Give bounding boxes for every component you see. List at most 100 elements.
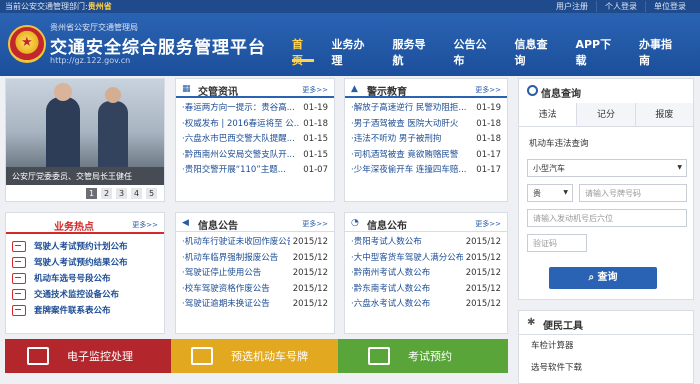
hot-item-exam-plan[interactable]: 驾驶人考试预约计划公布 (12, 238, 158, 254)
panel-header: 信息查询 (519, 79, 693, 103)
more-link[interactable]: 更多>> (132, 220, 158, 230)
news-icon: ▦ (182, 84, 191, 94)
warning-education-panel: ▲ 警示教育 更多>> ·解放子高速逆行 民警劝阻拒... 01-19 ·男子酒驾… (344, 78, 508, 202)
plate-number-input[interactable]: 请输入号牌号码 (579, 184, 687, 202)
info-publish-panel: ◔ 信息公布 更多>> ·贵阳考试人数公布 2015/12 ·大中型客货车驾驶人满… (344, 212, 508, 334)
warning-icon: ▲ (351, 84, 358, 94)
register-link[interactable]: 用户注册 (548, 1, 596, 12)
personal-login-link[interactable]: 个人登录 (596, 1, 645, 12)
list-item[interactable]: ·贵阳考试人数公布 2015/12 (351, 235, 501, 251)
department-name[interactable]: 贵州省 (88, 2, 112, 11)
tab-points[interactable]: 记分 (577, 103, 636, 126)
plate-icon (191, 347, 213, 365)
nav-business[interactable]: 业务办理 (332, 36, 375, 67)
plate-preselect-button[interactable]: 预选机动车号牌 (171, 339, 338, 373)
slideshow-page-1[interactable]: 1 (86, 188, 97, 199)
slideshow-page-5[interactable]: 5 (146, 188, 157, 199)
account-links: 用户注册 个人登录 单位登录 (548, 1, 694, 12)
tab-scrap[interactable]: 报废 (635, 103, 693, 126)
nav-home[interactable]: 首页 (292, 36, 314, 67)
exam-booking-button[interactable]: 考试预约 (338, 339, 508, 373)
more-link[interactable]: 更多>> (302, 85, 328, 95)
list-item[interactable]: ·黔东南考试人数公布 2015/12 (351, 281, 501, 297)
panel-title: 信息查询 (541, 89, 581, 100)
hot-item-plate-range[interactable]: 机动车选号号段公布 (12, 270, 158, 286)
list-item[interactable]: ·违法不听劝 男子被刑拘 01-18 (351, 132, 501, 148)
bar-label: 考试预约 (408, 350, 452, 363)
bell-icon: ◔ (351, 218, 359, 228)
calendar-icon (368, 347, 390, 365)
car-icon (12, 272, 26, 284)
panel-header: 业务热点 更多>> (6, 213, 164, 234)
slideshow-page-3[interactable]: 3 (116, 188, 127, 199)
nav-service-guide[interactable]: 服务导航 (392, 36, 435, 67)
electronic-monitor-button[interactable]: 电子监控处理 (5, 339, 171, 373)
vehicle-type-select[interactable]: 小型汽车 (527, 159, 687, 177)
camera-icon (12, 288, 26, 300)
list-item[interactable]: ·贵阳交警开展“110”主题... 01-07 (182, 163, 328, 179)
list-item[interactable]: ·少年深夜偷开车 连撞四车赔... 01-17 (351, 163, 501, 179)
nav-announcements[interactable]: 公告公布 (453, 36, 496, 67)
captcha-input[interactable]: 验证码 (527, 234, 587, 252)
hot-item-monitor-device[interactable]: 交通技术监控设备公布 (12, 286, 158, 302)
tool-item-inspection-calculator[interactable]: 车检计算器 (519, 335, 693, 357)
nav-info-query[interactable]: 信息查询 (514, 36, 557, 67)
list-item[interactable]: ·黔南州考试人数公布 2015/12 (351, 266, 501, 282)
hot-item-exam-result[interactable]: 驾驶人考试预约结果公布 (12, 254, 158, 270)
list-item[interactable]: ·黔西南州公安局交警支队开... 01-15 (182, 147, 328, 163)
list-item[interactable]: ·驾驶证逾期未换证公告 2015/12 (182, 297, 328, 313)
search-icon: ⌕ (588, 272, 598, 283)
list-item[interactable]: ·六盘水考试人数公布 2015/12 (351, 297, 501, 313)
bar-label: 电子监控处理 (67, 350, 133, 363)
panel-header: ▦ 交管资讯 更多>> (176, 79, 334, 98)
bar-label: 预选机动车号牌 (231, 350, 308, 363)
slideshow-photo[interactable] (6, 79, 164, 167)
list-item[interactable]: ·解放子高速逆行 民警劝阻拒... 01-19 (351, 101, 501, 117)
info-notice-panel: ◀ 信息公告 更多>> ·机动车行驶证未收回作废公告 2015/12 ·机动车临界… (175, 212, 335, 334)
more-link[interactable]: 更多>> (302, 219, 328, 229)
info-query-panel: 信息查询 违法 记分 报废 机动车违法查询 小型汽车 贵 请输入号牌号码 请输入… (518, 78, 694, 300)
list-item[interactable]: ·六盘水市巴西交警大队提醒... 01-15 (182, 132, 328, 148)
news-list: ·贵阳考试人数公布 2015/12 ·大中型客货车驾驶人满分公布 2015/12 ·… (345, 232, 507, 313)
more-link[interactable]: 更多>> (475, 219, 501, 229)
slideshow-page-2[interactable]: 2 (101, 188, 112, 199)
list-item[interactable]: ·大中型客货车驾驶人满分公布 2015/12 (351, 250, 501, 266)
panel-title: 警示教育 (367, 87, 407, 98)
traffic-news-panel: ▦ 交管资讯 更多>> ·春运两方向一提示：贵谷高... 01-19 ·权威发布 … (175, 78, 335, 202)
province-select[interactable]: 贵 (527, 184, 573, 202)
more-link[interactable]: 更多>> (475, 85, 501, 95)
tools-list: 车检计算器 选号软件下载 (519, 335, 693, 379)
panel-header: ◀ 信息公告 更多>> (176, 213, 334, 232)
site-header: 贵州省公安厅交通管理局 交通安全综合服务管理平台 http://gz.122.g… (0, 13, 700, 76)
panel-header: ▲ 警示教育 更多>> (345, 79, 507, 98)
engine-number-input[interactable]: 请输入发动机号后六位 (527, 209, 687, 227)
camera-icon (27, 347, 49, 365)
news-slideshow[interactable]: 公安厅党委委员、交管局长王健任 1 2 3 4 5 (5, 78, 165, 202)
slideshow-page-4[interactable]: 4 (131, 188, 142, 199)
list-item[interactable]: ·驾驶证停止使用公告 2015/12 (182, 266, 328, 282)
tool-item-plate-software[interactable]: 选号软件下载 (519, 357, 693, 379)
list-item[interactable]: ·机动车临界强制报废公告 2015/12 (182, 250, 328, 266)
main-nav: 首页 业务办理 服务导航 公告公布 信息查询 APP下载 办事指南 (292, 36, 700, 67)
table-icon (12, 304, 26, 316)
megaphone-icon: ◀ (182, 218, 189, 228)
list-item[interactable]: ·机动车行驶证未收回作废公告 2015/12 (182, 235, 328, 251)
site-title[interactable]: 交通安全综合服务管理平台 (50, 33, 266, 58)
nav-guide[interactable]: 办事指南 (639, 36, 682, 67)
list-item[interactable]: ·春运两方向一提示：贵谷高... 01-19 (182, 101, 328, 117)
panel-title: 信息公布 (367, 221, 407, 232)
list-item[interactable]: ·男子酒驾被查 医院大动肝火 01-18 (351, 116, 501, 132)
tab-violation[interactable]: 违法 (519, 103, 578, 126)
hot-item-cloned-plate[interactable]: 套牌案件联系表公布 (12, 302, 158, 318)
query-button[interactable]: ⌕ 查询 (549, 267, 657, 289)
unit-login-link[interactable]: 单位登录 (645, 1, 694, 12)
panel-title: 信息公告 (198, 221, 238, 232)
top-bar: 当前公安交通管理部门:贵州省 用户注册 个人登录 单位登录 (0, 0, 700, 13)
slideshow-caption[interactable]: 公安厅党委委员、交管局长王健任 (6, 167, 164, 185)
nav-app-download[interactable]: APP下载 (575, 36, 621, 67)
list-item[interactable]: ·校车驾驶资格作废公告 2015/12 (182, 281, 328, 297)
list-item[interactable]: ·司机酒驾被查 竟欲贿赂民警 01-17 (351, 147, 501, 163)
panel-title: 便民工具 (543, 321, 583, 332)
list-item[interactable]: ·权威发布 | 2016春运将至 公... 01-18 (182, 116, 328, 132)
panel-title: 交管资讯 (198, 87, 238, 98)
